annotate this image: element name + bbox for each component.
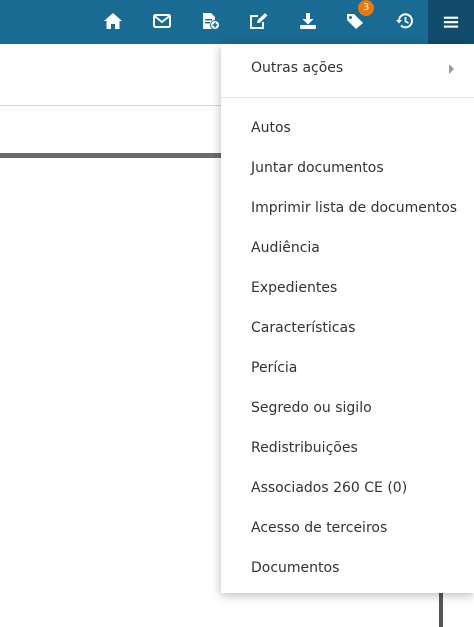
menu-item-acesso-terceiros[interactable]: Acesso de terceiros [221,508,474,548]
menu-item-expedientes[interactable]: Expedientes [221,268,474,308]
document-plus-icon[interactable] [198,10,222,32]
menu-item-segredo-sigilo[interactable]: Segredo ou sigilo [221,388,474,428]
edit-icon[interactable] [247,10,271,32]
caret-right-icon [449,64,454,74]
home-icon[interactable] [101,10,125,32]
envelope-icon[interactable] [150,10,174,32]
tags-icon[interactable]: 3 [344,0,374,32]
menu-item-documentos[interactable]: Documentos [221,548,474,588]
menu-item-redistribuicoes[interactable]: Redistribuições [221,428,474,468]
history-icon[interactable] [393,10,417,32]
menu-item-caracteristicas[interactable]: Características [221,308,474,348]
menu-item-juntar-documentos[interactable]: Juntar documentos [221,148,474,188]
download-icon[interactable] [296,10,320,32]
menu-button[interactable] [428,0,474,44]
menu-item-pericia[interactable]: Perícia [221,348,474,388]
menu-item-other-actions[interactable]: Outras ações [221,44,474,98]
menu-item-label: Outras ações [251,60,344,76]
menu-item-imprimir-lista[interactable]: Imprimir lista de documentos [221,188,474,228]
menu-item-associados[interactable]: Associados 260 CE (0) [221,468,474,508]
top-navbar: 3 [0,0,474,44]
divider-bar [0,153,230,158]
tags-count-badge: 3 [358,0,374,16]
actions-dropdown-menu: Outras ações Autos Juntar documentos Imp… [221,44,474,593]
menu-icon [443,16,459,28]
menu-item-audiencia[interactable]: Audiência [221,228,474,268]
menu-item-autos[interactable]: Autos [221,108,474,148]
scroll-indicator [439,590,443,627]
